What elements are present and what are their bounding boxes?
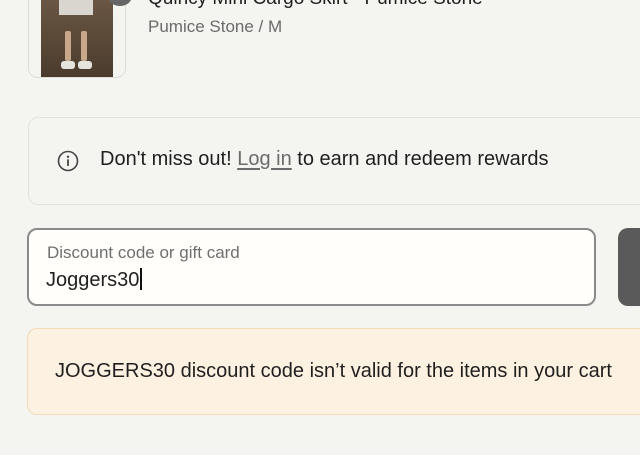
product-image-shoe (61, 61, 75, 69)
discount-value-text: Joggers30 (46, 269, 140, 291)
product-image (41, 0, 113, 77)
apply-discount-button[interactable] (618, 228, 640, 306)
rewards-message: Don't miss out! Log in to earn and redee… (100, 148, 549, 171)
text-caret (140, 268, 143, 290)
checkout-summary: Quincy Mini Cargo Skirt - Pumice Stone P… (0, 0, 640, 455)
product-thumbnail (28, 0, 126, 78)
product-image-leg (81, 31, 87, 61)
product-title: Quincy Mini Cargo Skirt - Pumice Stone (148, 0, 483, 10)
rewards-suffix: to earn and redeem rewards (291, 148, 549, 170)
discount-field-label: Discount code or gift card (47, 243, 240, 262)
product-variant: Pumice Stone / M (148, 17, 283, 36)
product-image-leg (65, 31, 71, 61)
discount-error-message: JOGGERS30 discount code isn’t valid for … (55, 360, 612, 382)
rewards-prefix: Don't miss out! (100, 148, 238, 170)
discount-field-value[interactable]: Joggers30 (46, 268, 143, 292)
discount-code-input[interactable]: Discount code or gift card Joggers30 (27, 228, 596, 306)
info-icon (57, 150, 79, 172)
product-image-skirt (59, 0, 93, 15)
login-link[interactable]: Log in (237, 148, 292, 170)
product-image-shoe (78, 61, 92, 69)
